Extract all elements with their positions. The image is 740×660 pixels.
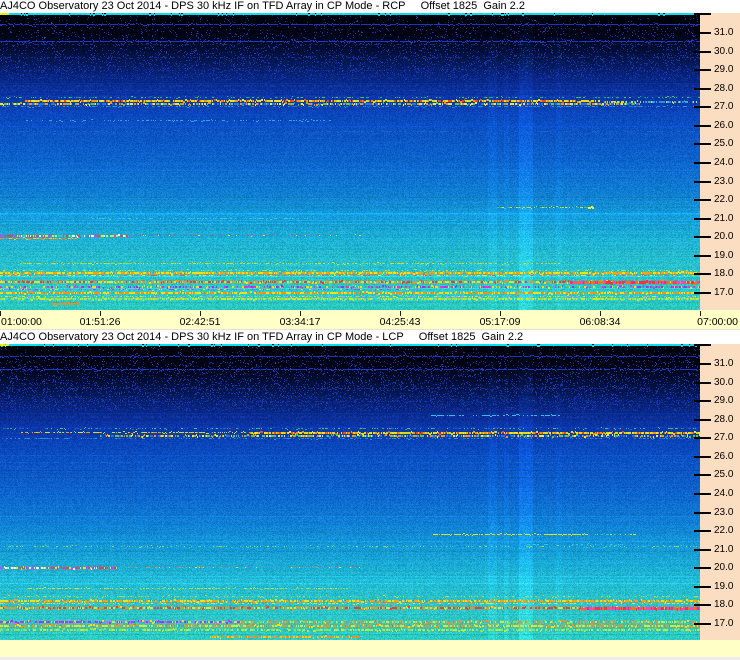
freq-tick [694,437,711,439]
time-label: 01:51:26 [79,316,121,328]
freq-tick-label: 30.0 [714,377,734,388]
freq-tick [694,493,711,495]
freq-tick [694,181,711,183]
freq-tick-label: 23.0 [714,176,734,187]
freq-tick [694,512,711,514]
freq-tick-label: 21.0 [714,213,734,224]
time-label: 04:25:43 [379,316,421,328]
freq-tick-label: 24.0 [714,488,734,499]
freq-tick [694,400,711,402]
freq-tick [694,88,711,90]
app-window: AJ4CO Observatory 23 Oct 2014 - DPS 30 k… [0,0,740,660]
freq-tick [694,474,711,476]
freq-tick-label: 26.0 [714,120,734,131]
freq-tick [694,344,711,346]
freq-tick-label: 31.0 [714,27,734,38]
freq-tick-label: 29.0 [714,395,734,406]
freq-tick [694,106,711,108]
freq-tick [694,255,711,257]
freq-tick [694,236,711,238]
freq-tick-label: 28.0 [714,83,734,94]
freq-tick-label: 17.0 [714,287,734,298]
freq-tick-label: 27.0 [714,432,734,443]
freq-tick-label: 30.0 [714,46,734,57]
freq-tick [694,530,711,532]
freq-tick-label: 21.0 [714,544,734,555]
freq-axis-lcp: 31.0 30.0 29.0 28.0 27.0 26.0 25.0 24.0 23.0 22.0… [694,344,740,640]
freq-tick [694,549,711,551]
time-label: 02:42:51 [179,316,221,328]
time-label: 07:00:00 [697,316,738,328]
freq-axis-rcp: 31.0 30.0 29.0 28.0 27.0 26.0 25.0 24.0 23.0 22.0… [694,13,740,310]
freq-tick-label: 18.0 [714,268,734,279]
freq-tick-label: 29.0 [714,64,734,75]
time-axis: 01:00:00 01:51:26 02:42:51 03:34:17 04:25:43… [0,310,740,330]
freq-tick [694,382,711,384]
panel-title-rcp: AJ4CO Observatory 23 Oct 2014 - DPS 30 k… [0,0,740,13]
freq-tick [694,604,711,606]
freq-tick [694,143,711,145]
freq-tick-label: 25.0 [714,138,734,149]
freq-tick [694,51,711,53]
freq-tick-label: 23.0 [714,507,734,518]
freq-tick [694,273,711,275]
freq-tick [694,218,711,220]
freq-tick-label: 31.0 [714,358,734,369]
bottom-spacer [0,640,740,660]
freq-tick [694,125,711,127]
panel-title-lcp: AJ4CO Observatory 23 Oct 2014 - DPS 30 k… [0,330,740,344]
spectrogram-lcp [0,344,700,640]
freq-tick-label: 28.0 [714,414,734,425]
freq-tick-label: 20.0 [714,562,734,573]
freq-tick-label: 27.0 [714,101,734,112]
time-label: 06:08:34 [579,316,621,328]
time-label: 01:00:00 [1,316,42,328]
freq-tick-label: 20.0 [714,231,734,242]
freq-tick-label: 26.0 [714,451,734,462]
freq-tick [694,13,711,15]
freq-tick [694,32,711,34]
freq-tick [694,586,711,588]
freq-tick [694,456,711,458]
spectrogram-rcp [0,13,700,310]
freq-tick [694,419,711,421]
freq-tick [694,162,711,164]
freq-tick-label: 19.0 [714,250,734,261]
freq-tick-label: 22.0 [714,525,734,536]
freq-tick [694,363,711,365]
freq-tick-label: 18.0 [714,599,734,610]
freq-tick [694,69,711,71]
time-label: 05:17:09 [479,316,521,328]
freq-tick-label: 24.0 [714,157,734,168]
freq-tick-label: 25.0 [714,469,734,480]
freq-tick [694,292,711,294]
freq-tick-label: 17.0 [714,618,734,629]
freq-tick [694,199,711,201]
freq-tick-label: 19.0 [714,581,734,592]
freq-tick-label: 22.0 [714,194,734,205]
freq-tick [694,623,711,625]
time-label: 03:34:17 [279,316,321,328]
freq-tick [694,567,711,569]
